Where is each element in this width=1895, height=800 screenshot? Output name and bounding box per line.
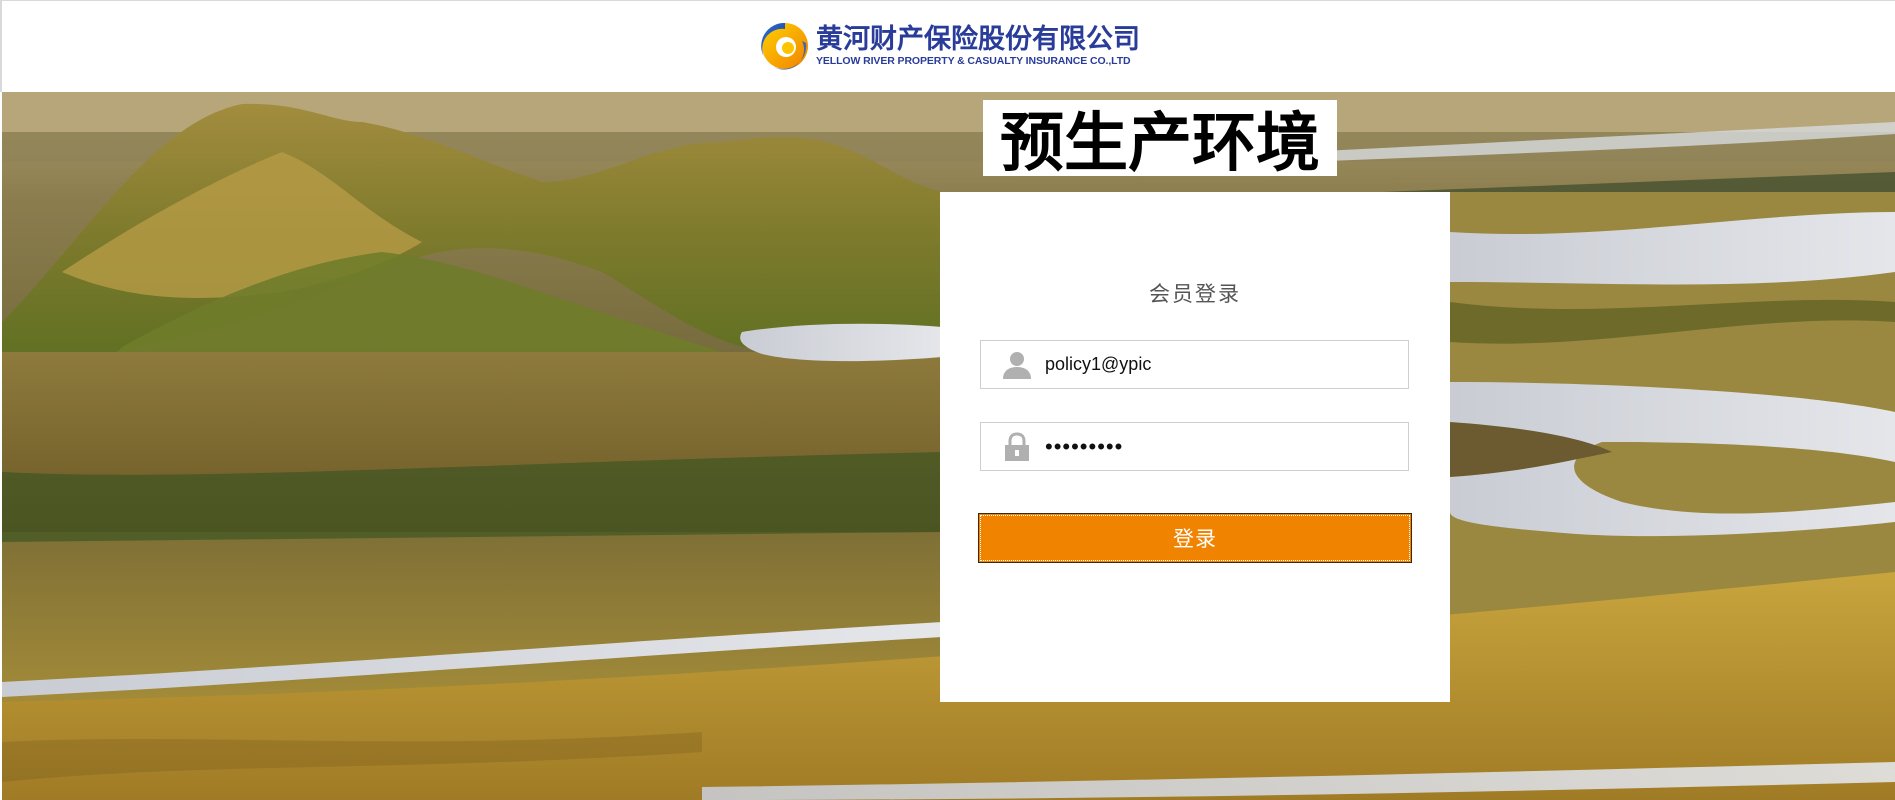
lock-icon [995, 423, 1039, 470]
login-form: 会员登录 登录 [940, 192, 1450, 702]
company-logo: 黄河财产保险股份有限公司 YELLOW RIVER PROPERTY & CAS… [760, 21, 1140, 71]
environment-banner: 预生产环境 [983, 100, 1337, 181]
username-field[interactable] [980, 340, 1409, 389]
logo-english-name: YELLOW RIVER PROPERTY & CASUALTY INSURAN… [816, 54, 1131, 67]
login-button[interactable]: 登录 [978, 513, 1412, 563]
logo-text: 黄河财产保险股份有限公司 YELLOW RIVER PROPERTY & CAS… [816, 23, 1140, 68]
login-page: 黄河财产保险股份有限公司 YELLOW RIVER PROPERTY & CAS… [0, 0, 1895, 800]
environment-label: 预生产环境 [1000, 107, 1320, 181]
password-field[interactable] [980, 422, 1409, 471]
user-icon [995, 341, 1039, 388]
logo-chinese-name: 黄河财产保险股份有限公司 [816, 23, 1140, 55]
username-input[interactable] [1045, 349, 1385, 380]
login-title: 会员登录 [1149, 282, 1241, 306]
header-bar: 黄河财产保险股份有限公司 YELLOW RIVER PROPERTY & CAS… [0, 0, 1895, 92]
ypic-logo-icon [761, 22, 808, 70]
password-input[interactable] [1045, 431, 1385, 462]
